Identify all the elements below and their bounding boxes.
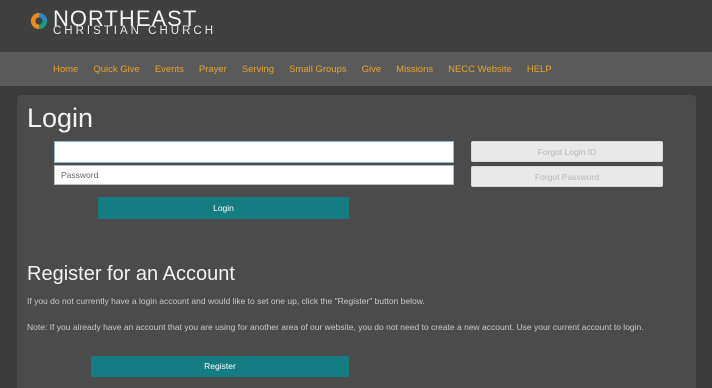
nav-small-groups[interactable]: Small Groups [289,64,347,75]
nav-home[interactable]: Home [53,64,78,75]
nav-give[interactable]: Give [362,64,382,75]
brand-subtitle: CHRISTIAN CHURCH [53,25,216,37]
site-header: NORTHEAST CHRISTIAN CHURCH [0,0,712,52]
login-panel: Login Forgot Login ID Forgot Password Lo… [17,95,696,388]
nav-missions[interactable]: Missions [396,64,433,75]
register-button[interactable]: Register [91,356,349,377]
forgot-password-button[interactable]: Forgot Password [471,166,663,187]
login-title: Login [27,103,94,133]
nav-events[interactable]: Events [155,64,184,75]
register-title: Register for an Account [27,263,235,285]
nav-necc-website[interactable]: NECC Website [448,64,512,75]
login-button[interactable]: Login [98,197,349,219]
login-id-input[interactable] [54,141,454,163]
church-logo-icon [30,12,48,30]
nav-serving[interactable]: Serving [242,64,274,75]
password-input[interactable] [54,165,454,185]
forgot-login-id-button[interactable]: Forgot Login ID [471,141,663,162]
nav-help[interactable]: HELP [527,64,552,75]
register-instructions: If you do not currently have a login acc… [27,296,425,306]
nav-quick-give[interactable]: Quick Give [93,64,139,75]
main-nav: Home Quick Give Events Prayer Serving Sm… [0,52,712,86]
nav-prayer[interactable]: Prayer [199,64,227,75]
register-note: Note: If you already have an account tha… [27,322,644,332]
